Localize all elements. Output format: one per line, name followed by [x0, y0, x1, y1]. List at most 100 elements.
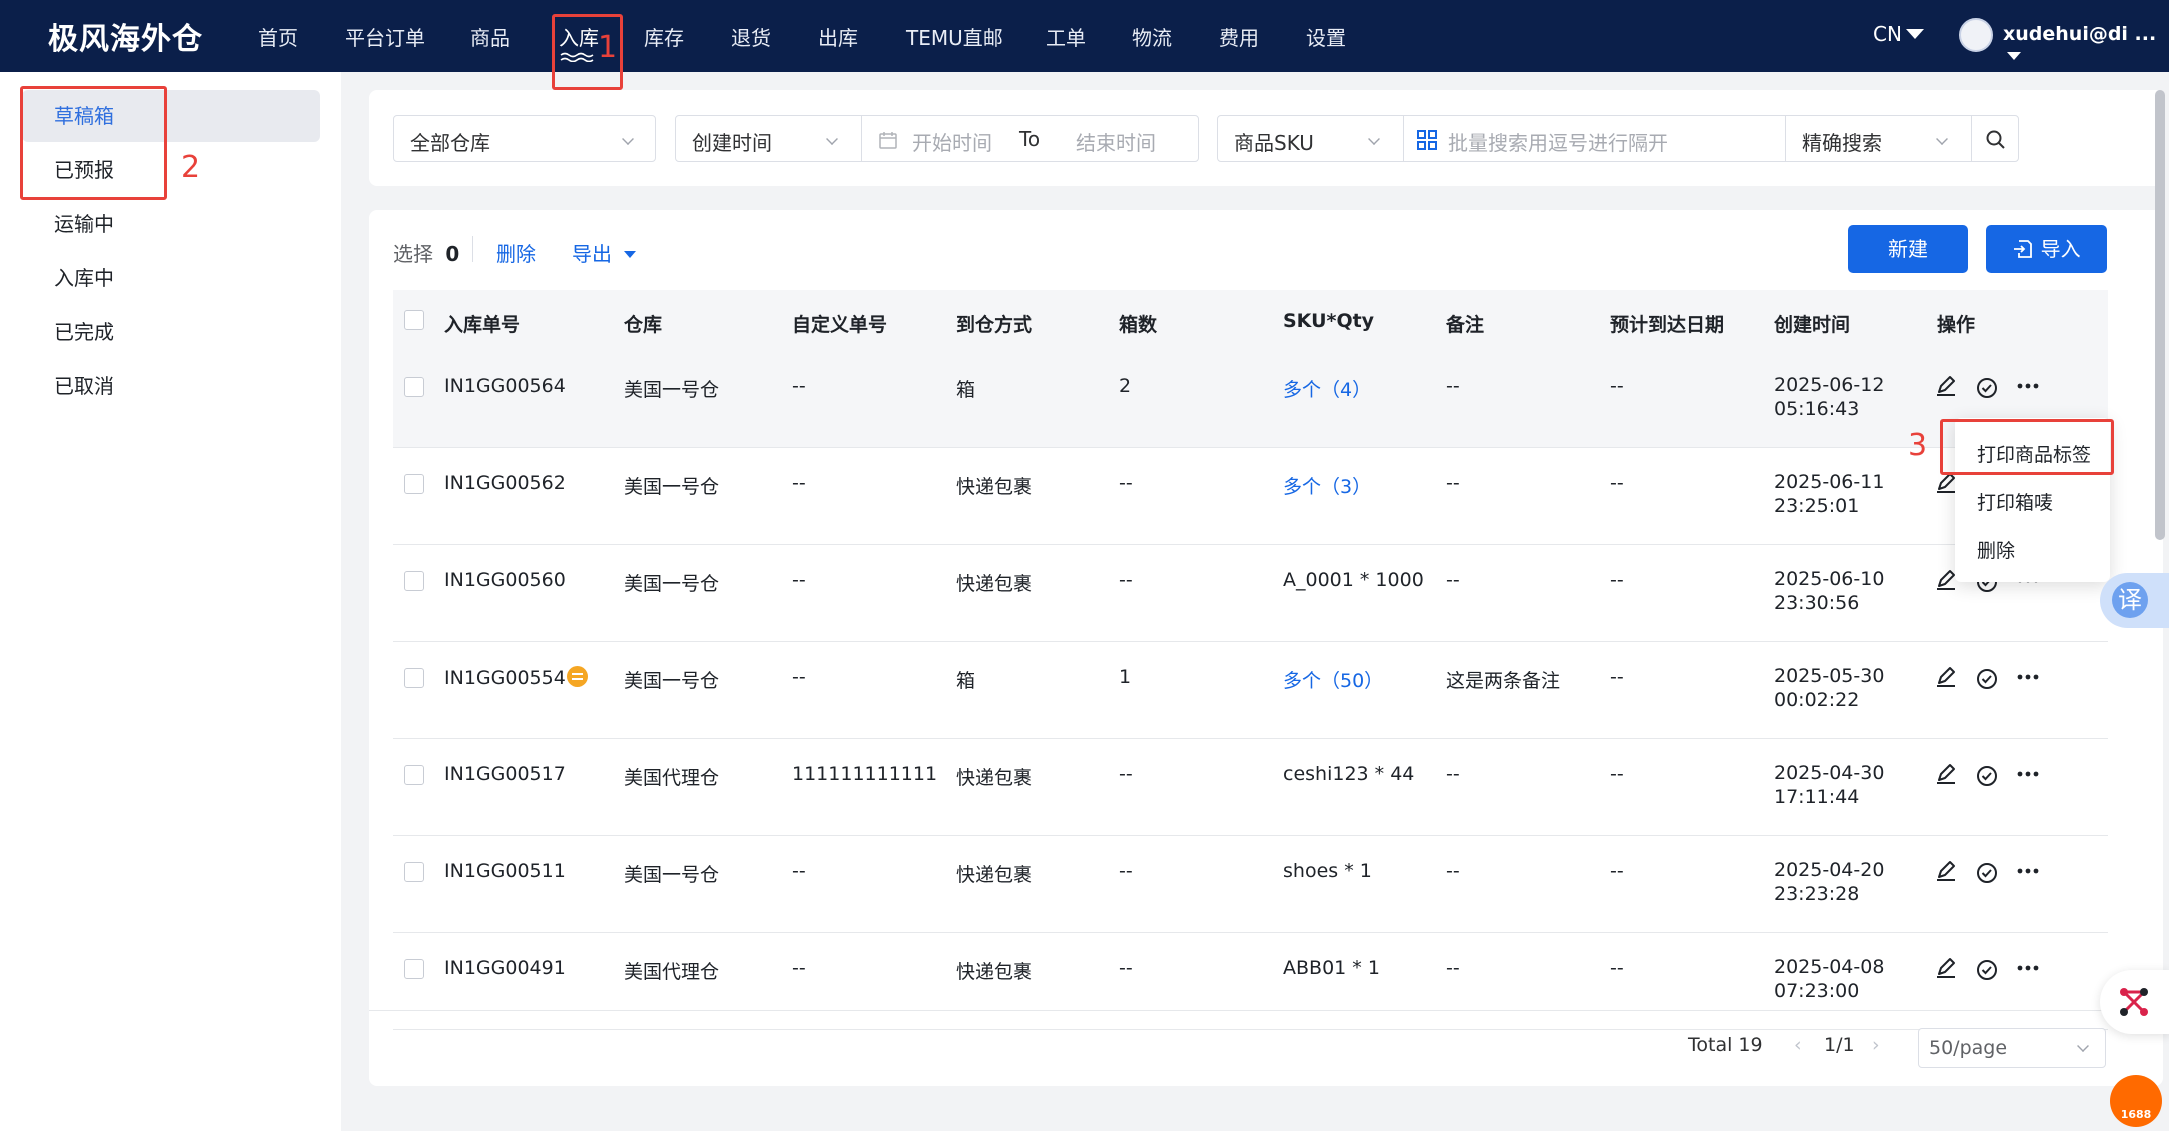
cell-custom-no-text: --	[792, 666, 806, 688]
cell-remark: --	[1446, 375, 1460, 397]
col-arrival-method: 到仓方式	[956, 314, 1033, 336]
table-row[interactable]: IN1GG00554 美国一号仓 -- 箱 1 多个（50） 这是两条备注 -- 2025-05…	[393, 642, 2108, 739]
language-switcher[interactable]: CN	[1873, 22, 1924, 46]
col-remark: 备注	[1446, 314, 1485, 336]
translate-widget[interactable]: 译	[2100, 573, 2169, 628]
nav-item-settings[interactable]: 设置	[1306, 22, 1346, 51]
sidebar-item-receiving[interactable]: 入库中	[22, 252, 320, 304]
cell-eta: --	[1610, 860, 1624, 882]
cell-eta: --	[1610, 957, 1624, 979]
created-date: 2025-06-12	[1774, 374, 1885, 396]
cell-eta: --	[1610, 666, 1624, 688]
row-checkbox[interactable]	[404, 765, 424, 785]
prev-page-button[interactable]: ‹	[1794, 1034, 1802, 1056]
cell-boxes-text: --	[1119, 472, 1133, 494]
table-row[interactable]: IN1GG00562 美国一号仓 -- 快递包裹 -- 多个（3） -- -- 2025-06-…	[393, 448, 2108, 545]
row-checkbox[interactable]	[404, 377, 424, 397]
sidebar-item-cancelled[interactable]: 已取消	[22, 360, 320, 412]
menu-item-delete[interactable]: 删除	[1977, 536, 2015, 563]
row-checkbox[interactable]	[404, 474, 424, 494]
table-row[interactable]: IN1GG00564 美国一号仓 -- 箱 2 多个（4） -- -- 2025-06-12 05…	[393, 351, 2108, 448]
nav-item-work-orders[interactable]: 工单	[1046, 22, 1086, 51]
more-icon[interactable]	[2015, 957, 2041, 983]
cell-sku-qty[interactable]: 多个（3）	[1283, 472, 1371, 499]
sidebar-item-in-transit[interactable]: 运输中	[22, 198, 320, 250]
warehouse-select[interactable]: 全部仓库	[393, 115, 656, 162]
nav-item-inventory[interactable]: 库存	[644, 22, 684, 51]
cell-sku-qty: A_0001 * 1000	[1283, 569, 1424, 591]
row-checkbox[interactable]	[404, 571, 424, 591]
cell-warehouse: 美国一号仓	[624, 472, 719, 499]
search-button[interactable]	[1971, 115, 2019, 162]
sidebar-item-completed[interactable]: 已完成	[22, 306, 320, 358]
chevron-down-icon	[1936, 133, 1948, 145]
table-row[interactable]: IN1GG00511 美国一号仓 -- 快递包裹 -- shoes * 1 -- -- 2025…	[393, 836, 2108, 933]
time-type-select[interactable]: 创建时间	[675, 115, 862, 162]
edit-icon[interactable]	[1933, 957, 1959, 983]
edit-icon[interactable]	[1933, 375, 1959, 401]
table-row[interactable]: IN1GG00517 美国代理仓 111111111111 快递包裹 -- ceshi12…	[393, 739, 2108, 836]
confirm-icon[interactable]	[1974, 763, 2000, 789]
table-row[interactable]: IN1GG00491 美国代理仓 -- 快递包裹 -- ABB01 * 1 -- -- 2025…	[393, 933, 2108, 1030]
row-checkbox[interactable]	[404, 668, 424, 688]
confirm-icon[interactable]	[1974, 375, 2000, 401]
avatar[interactable]	[1959, 18, 1993, 52]
edit-icon[interactable]	[1933, 860, 1959, 886]
new-button[interactable]: 新建	[1848, 225, 1968, 273]
nav-item-returns[interactable]: 退货	[731, 22, 771, 51]
more-icon[interactable]	[2015, 666, 2041, 692]
nav-item-platform-orders[interactable]: 平台订单	[345, 22, 425, 51]
menu-item-print-box-labels[interactable]: 打印箱唛	[1977, 488, 2053, 515]
nav-item-outbound[interactable]: 出库	[818, 22, 858, 51]
cell-arrival-method: 快递包裹	[956, 472, 1032, 499]
batch-search-input[interactable]: 批量搜索用逗号进行隔开	[1403, 115, 1786, 162]
nav-item-logistics[interactable]: 物流	[1132, 22, 1172, 51]
confirm-icon[interactable]	[1974, 957, 2000, 983]
import-button[interactable]: 导入	[1986, 225, 2107, 273]
cell-created: 2025-06-11 23:25:01	[1774, 470, 1884, 518]
widget-1688[interactable]: 1688	[2110, 1075, 2162, 1127]
confirm-icon[interactable]	[1974, 666, 2000, 692]
cell-arrival-method: 箱	[956, 375, 975, 402]
delete-link[interactable]: 删除	[496, 238, 536, 267]
page-scrollbar[interactable]	[2155, 90, 2165, 540]
page-size-select[interactable]: 50/page	[1918, 1028, 2106, 1068]
cell-boxes-text: --	[1119, 763, 1133, 785]
caret-down-icon	[1905, 29, 1924, 39]
user-menu[interactable]: xudehui@di ...	[2003, 23, 2169, 67]
annotation-box-2	[20, 86, 167, 200]
cell-custom-no: --	[792, 860, 806, 882]
end-date-input[interactable]: 结束时间	[1076, 127, 1156, 156]
row-checkbox[interactable]	[404, 959, 424, 979]
cell-order-no-text: IN1GG00517	[444, 763, 566, 785]
selected-label: 选择	[393, 242, 433, 266]
table-row[interactable]: IN1GG00560 美国一号仓 -- 快递包裹 -- A_0001 * 1000 -- --…	[393, 545, 2108, 642]
row-checkbox[interactable]	[404, 862, 424, 882]
edit-icon[interactable]	[1933, 666, 1959, 692]
edit-icon[interactable]	[1933, 763, 1959, 789]
date-range-picker[interactable]: 开始时间 To 结束时间	[861, 115, 1199, 162]
nav-item-home[interactable]: 首页	[258, 22, 298, 51]
match-mode-select[interactable]: 精确搜索	[1785, 115, 1972, 162]
select-all-checkbox[interactable]	[404, 310, 424, 330]
remark-indicator-icon[interactable]	[566, 666, 588, 687]
sku-type-select[interactable]: 商品SKU	[1217, 115, 1404, 162]
created-date: 2025-06-10	[1774, 568, 1885, 590]
nav-item-fees[interactable]: 费用	[1219, 22, 1259, 51]
filter-bar: 全部仓库 创建时间 开始时间 To 结束时间 商品SKU 批量搜索用逗号进行隔开…	[369, 90, 2163, 186]
more-icon[interactable]	[2015, 375, 2041, 401]
nav-item-temu[interactable]: TEMU直邮	[906, 22, 1003, 51]
export-dropdown[interactable]: 导出	[572, 238, 637, 267]
page-size-value: 50/page	[1929, 1037, 2008, 1059]
cell-sku-qty[interactable]: 多个（50）	[1283, 666, 1383, 693]
chevron-down-icon	[826, 133, 838, 145]
start-date-input[interactable]: 开始时间	[912, 127, 992, 156]
nav-item-products[interactable]: 商品	[470, 22, 510, 51]
confirm-icon[interactable]	[1974, 860, 2000, 886]
next-page-button[interactable]: ›	[1872, 1034, 1880, 1056]
cell-sku-qty[interactable]: 多个（4）	[1283, 375, 1371, 402]
more-icon[interactable]	[2015, 763, 2041, 789]
assistant-widget[interactable]	[2100, 970, 2169, 1034]
more-icon[interactable]	[2015, 860, 2041, 886]
brand-logo[interactable]: 极风海外仓	[48, 14, 203, 58]
